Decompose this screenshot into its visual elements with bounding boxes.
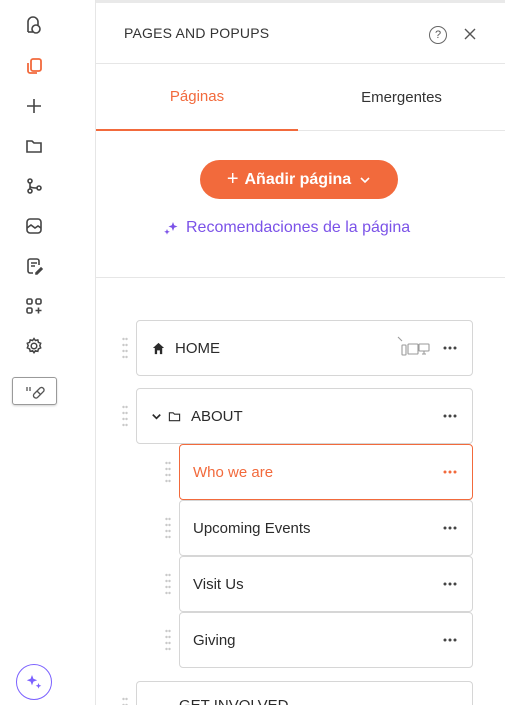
more-options-icon[interactable] — [440, 464, 460, 480]
apps-icon[interactable] — [22, 294, 46, 318]
add-icon[interactable] — [22, 94, 46, 118]
drag-handle-icon[interactable] — [165, 573, 171, 595]
tab-popups[interactable]: Emergentes — [298, 64, 505, 131]
tab-pages[interactable]: Páginas — [96, 64, 298, 131]
page-item-visit-us[interactable]: Visit Us — [179, 556, 473, 612]
device-visibility-icon[interactable] — [396, 335, 432, 359]
close-icon[interactable] — [460, 24, 480, 44]
more-options-icon[interactable] — [440, 632, 460, 648]
page-label: ABOUT — [191, 407, 243, 425]
sparkle-icon — [164, 222, 178, 235]
page-label: Who we are — [193, 463, 274, 481]
sparkle-icon[interactable] — [16, 664, 52, 700]
page-item-get-involved[interactable]: GET INVOLVED — [136, 681, 473, 705]
page-label: GET INVOLVED — [179, 697, 288, 705]
help-icon[interactable]: ? — [429, 26, 447, 44]
page-item-home[interactable]: HOME — [136, 320, 473, 376]
recommendations-label: Recomendaciones de la página — [186, 219, 411, 236]
panel-title: PAGES AND POPUPS — [124, 25, 270, 41]
page-recommendations-link[interactable]: Recomendaciones de la página — [162, 217, 410, 239]
chevron-down-icon — [360, 176, 370, 183]
add-page-label: Añadir página — [244, 170, 352, 188]
folder-icon[interactable] — [22, 134, 46, 158]
plugin-chip-icon[interactable] — [12, 377, 57, 405]
page-item-giving[interactable]: Giving — [179, 612, 473, 668]
page-label: Giving — [193, 631, 236, 649]
page-label: Visit Us — [193, 575, 244, 593]
more-options-icon[interactable] — [440, 340, 460, 356]
panel-header: PAGES AND POPUPS ? — [96, 0, 505, 64]
drag-handle-icon[interactable] — [122, 697, 128, 705]
divider — [96, 277, 505, 278]
media-icon[interactable] — [22, 214, 46, 238]
pages-icon[interactable] — [22, 54, 46, 78]
drag-handle-icon[interactable] — [165, 517, 171, 539]
folder-icon — [167, 409, 181, 423]
drag-handle-icon[interactable] — [165, 629, 171, 651]
more-options-icon[interactable] — [440, 520, 460, 536]
page-item-upcoming-events[interactable]: Upcoming Events — [179, 500, 473, 556]
left-rail — [0, 0, 96, 705]
flow-icon[interactable] — [22, 174, 46, 198]
more-options-icon[interactable] — [440, 576, 460, 592]
page-label: HOME — [175, 339, 220, 357]
panel-tabs: Páginas Emergentes — [96, 64, 505, 131]
add-page-button[interactable]: + Añadir página — [200, 160, 398, 199]
chevron-down-icon[interactable] — [149, 409, 163, 423]
page-item-about[interactable]: ABOUT — [136, 388, 473, 444]
drag-handle-icon[interactable] — [122, 337, 128, 359]
settings-icon[interactable] — [22, 334, 46, 358]
design-icon[interactable] — [22, 14, 46, 38]
page-item-who-we-are[interactable]: Who we are — [179, 444, 473, 500]
blog-icon[interactable] — [22, 254, 46, 278]
plus-icon: + — [226, 167, 239, 190]
page-label: Upcoming Events — [193, 519, 311, 537]
pages-panel: PAGES AND POPUPS ? Páginas Emergentes + … — [96, 0, 505, 705]
drag-handle-icon[interactable] — [122, 405, 128, 427]
home-icon — [151, 341, 165, 355]
drag-handle-icon[interactable] — [165, 461, 171, 483]
more-options-icon[interactable] — [440, 408, 460, 424]
